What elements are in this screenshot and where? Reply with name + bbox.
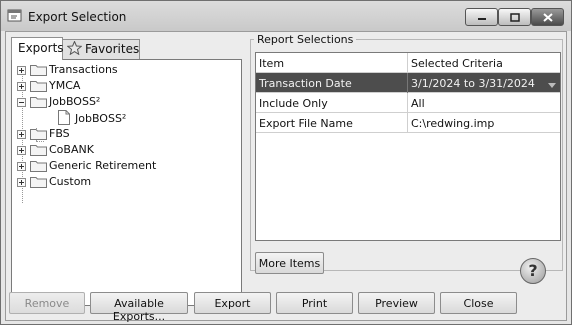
expand-icon[interactable] xyxy=(17,130,26,139)
report-selections-grid[interactable]: Item Selected Criteria Transaction Date … xyxy=(255,52,561,241)
folder-icon xyxy=(30,175,47,191)
document-icon xyxy=(58,110,70,128)
table-row[interactable]: Transaction Date 3/1/2024 to 3/31/2024 xyxy=(256,73,560,93)
tree-item-label: FBS xyxy=(49,127,70,140)
close-window-button[interactable] xyxy=(531,8,564,26)
dropdown-arrow-icon[interactable] xyxy=(548,78,556,91)
star-icon xyxy=(66,40,83,58)
tree-item-label: CoBANK xyxy=(49,143,94,156)
expand-icon[interactable] xyxy=(17,66,26,75)
row-criteria-cell[interactable]: C:\redwing.imp xyxy=(408,113,560,133)
close-button[interactable]: Close xyxy=(440,292,517,314)
expand-icon[interactable] xyxy=(17,146,26,155)
exports-tree[interactable]: Transactions YMCA JobBOSS² JobBOSS² FBS … xyxy=(11,59,242,306)
dialog-body: Exports Favorites Transactions YMCA JobB… xyxy=(5,31,567,323)
app-icon xyxy=(7,8,23,22)
folder-icon xyxy=(30,95,47,111)
title-bar[interactable]: Export Selection xyxy=(1,1,571,31)
export-button[interactable]: Export xyxy=(194,292,271,314)
remove-button[interactable]: Remove xyxy=(9,292,85,314)
tree-item-label: JobBOSS² xyxy=(75,112,127,125)
column-header-selected-criteria[interactable]: Selected Criteria xyxy=(408,53,560,73)
tree-item-label: YMCA xyxy=(49,79,81,92)
preview-button[interactable]: Preview xyxy=(358,292,435,314)
minimize-icon xyxy=(478,18,486,20)
help-button[interactable]: ? xyxy=(520,258,546,284)
tab-favorites[interactable]: Favorites xyxy=(62,39,140,59)
report-selections-label: Report Selections xyxy=(254,33,357,46)
maximize-icon xyxy=(510,13,520,22)
grid-header-row: Item Selected Criteria xyxy=(256,53,560,73)
row-criteria-cell[interactable]: 3/1/2024 to 3/31/2024 xyxy=(408,73,560,93)
folder-icon xyxy=(30,159,47,175)
tab-exports-label: Exports xyxy=(18,41,64,55)
minimize-button[interactable] xyxy=(465,8,498,26)
window-title: Export Selection xyxy=(28,10,127,24)
export-selection-window: Export Selection Exports Favorites Trans… xyxy=(0,0,572,325)
close-icon xyxy=(543,13,553,22)
tree-item-label: Generic Retirement xyxy=(49,159,157,172)
table-row[interactable]: Include Only All xyxy=(256,93,560,113)
folder-icon xyxy=(30,127,47,143)
tree-item-label: Transactions xyxy=(49,63,118,76)
tab-favorites-label: Favorites xyxy=(85,42,140,56)
expand-icon[interactable] xyxy=(17,178,26,187)
row-item-cell[interactable]: Include Only xyxy=(256,93,408,113)
tree-item-label: JobBOSS² xyxy=(49,95,101,108)
help-icon: ? xyxy=(528,261,538,280)
row-item-cell[interactable]: Export File Name xyxy=(256,113,408,133)
folder-icon xyxy=(30,63,47,79)
collapse-icon[interactable] xyxy=(17,98,26,107)
row-criteria-value: 3/1/2024 to 3/31/2024 xyxy=(411,77,535,90)
expand-icon[interactable] xyxy=(17,162,26,171)
tree-item-label: Custom xyxy=(49,175,92,188)
table-row[interactable]: Export File Name C:\redwing.imp xyxy=(256,113,560,133)
column-header-item[interactable]: Item xyxy=(256,53,408,73)
more-items-button[interactable]: More Items xyxy=(255,252,324,274)
row-criteria-cell[interactable]: All xyxy=(408,93,560,113)
maximize-button[interactable] xyxy=(498,8,531,26)
print-button[interactable]: Print xyxy=(276,292,353,314)
available-exports-button[interactable]: Available Exports... xyxy=(90,292,188,323)
expand-icon[interactable] xyxy=(17,82,26,91)
row-item-cell[interactable]: Transaction Date xyxy=(256,73,408,93)
tab-exports[interactable]: Exports xyxy=(11,37,64,60)
folder-icon xyxy=(30,79,47,95)
folder-icon xyxy=(30,143,47,159)
